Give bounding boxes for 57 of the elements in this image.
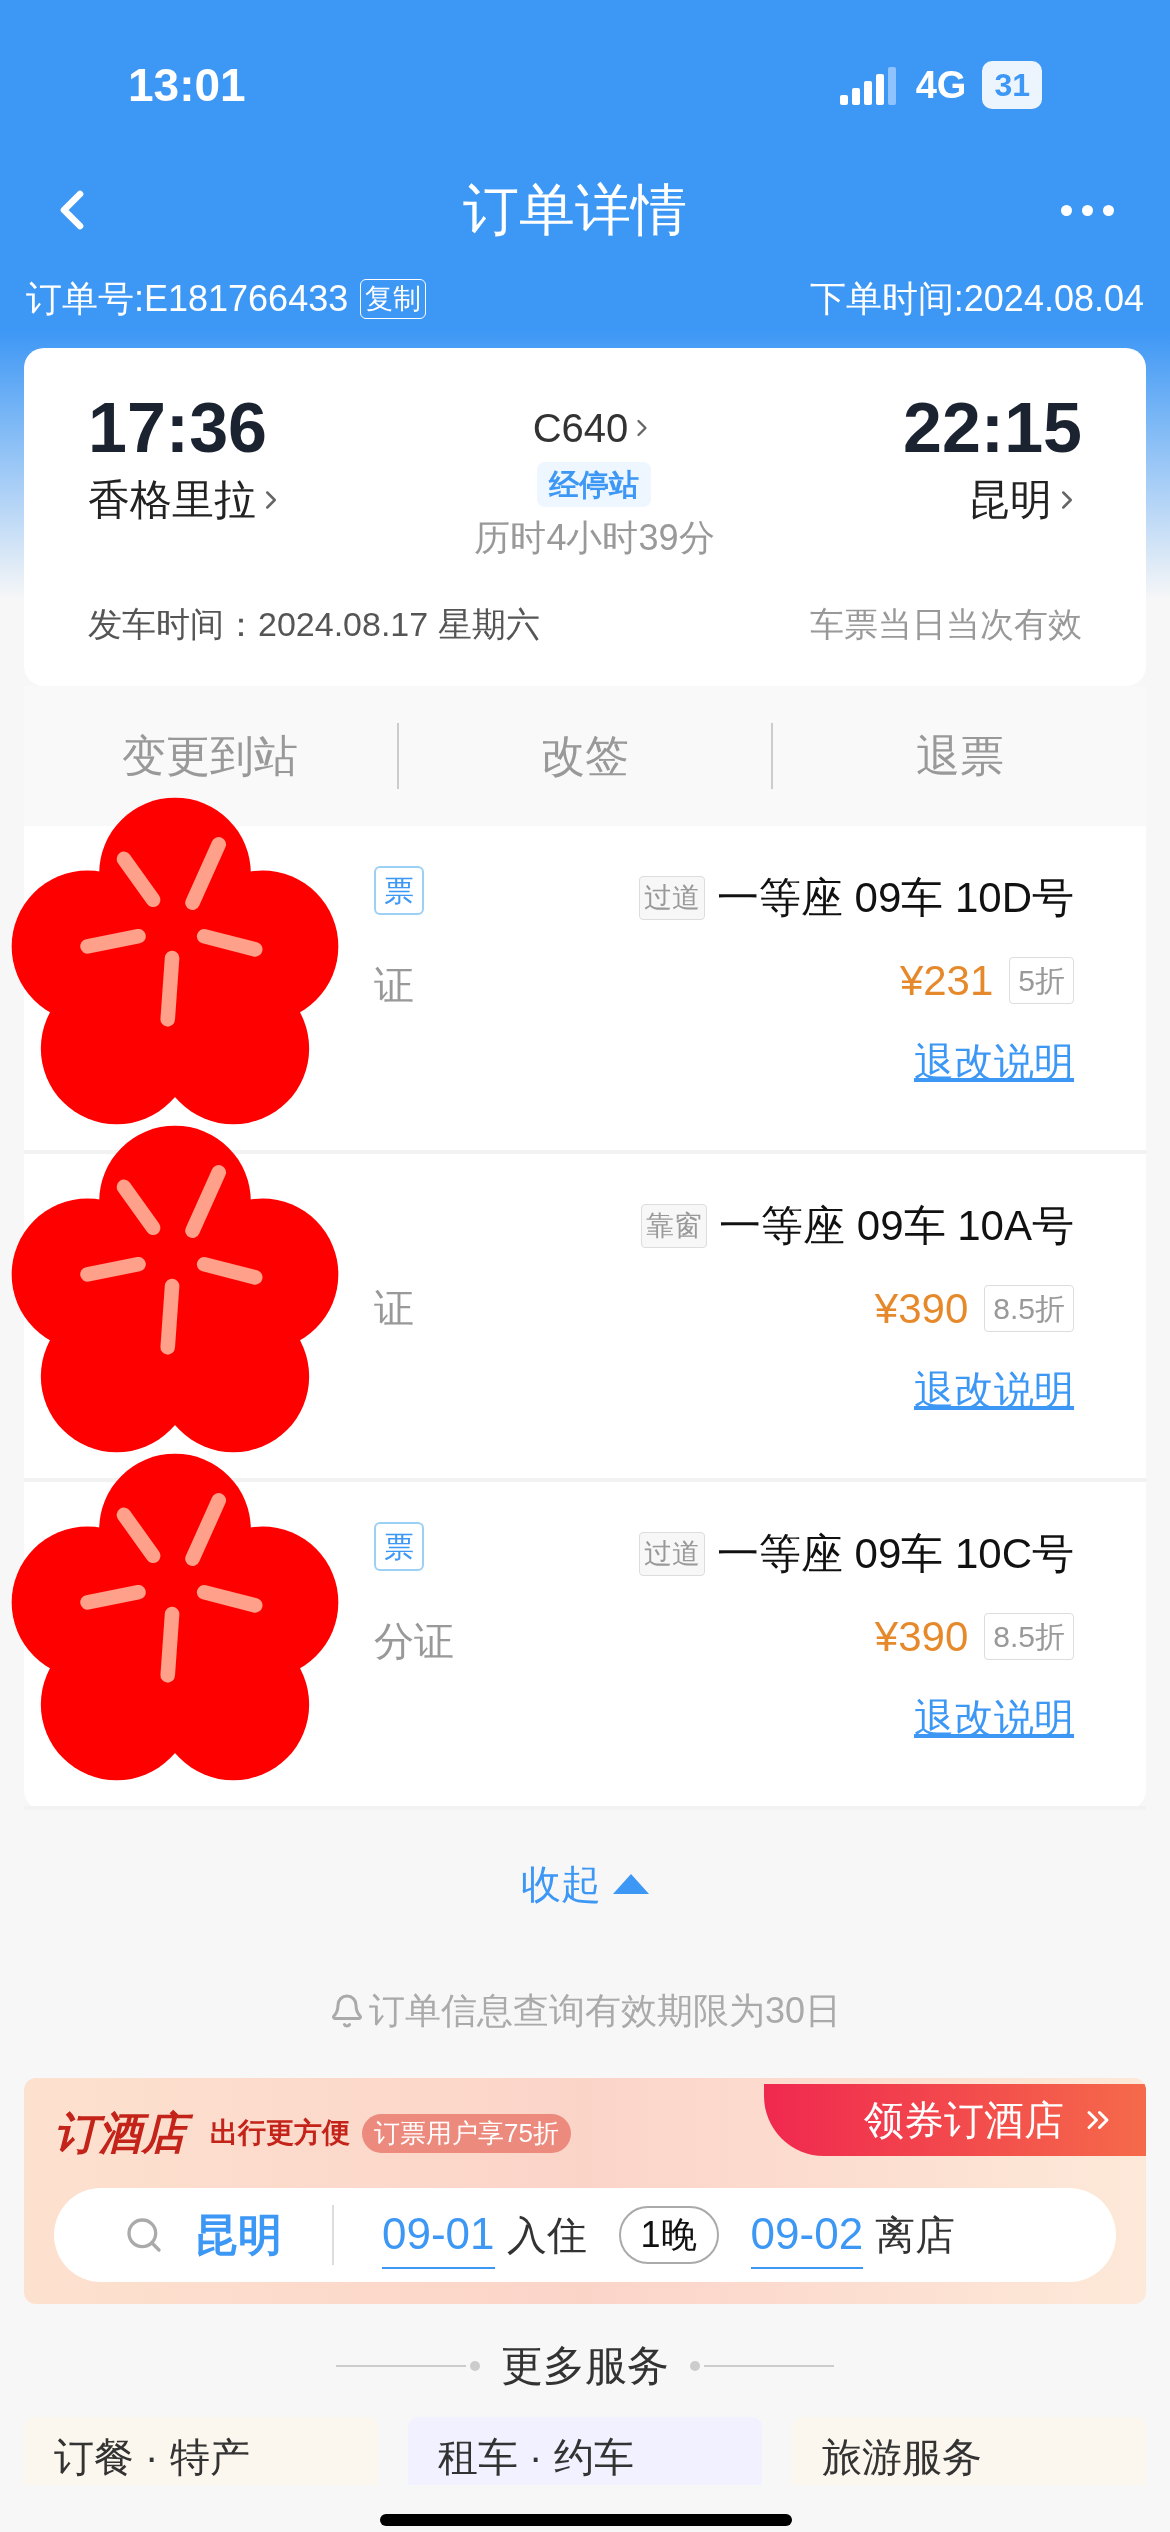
seat-tag: 过道 (638, 875, 705, 920)
discount-tag: 8.5折 (984, 1613, 1074, 1660)
status-time: 13:01 (128, 57, 246, 113)
departure-time: 17:36 (88, 388, 269, 468)
service-card[interactable]: 订餐 · 特产 (24, 2417, 378, 2485)
hotel-slogan: 出行更方便 (210, 2116, 350, 2150)
id-type: 分证 (374, 1618, 454, 1665)
seat-info: 一等座 09车 10A号 (719, 1201, 1074, 1251)
nights-badge: 1晚 (618, 2206, 719, 2264)
train-number[interactable]: C640 (532, 398, 657, 458)
search-icon (124, 2215, 164, 2255)
id-type: 证 (374, 962, 415, 1009)
seat-info: 一等座 09车 10C号 (716, 1529, 1074, 1579)
hotel-city[interactable]: 昆明 (194, 2202, 282, 2268)
price: ¥390 (874, 1612, 969, 1662)
service-card[interactable]: 租车 · 约车 (408, 2417, 762, 2485)
service-card[interactable]: 旅游服务 (792, 2417, 1146, 2485)
copy-button[interactable]: 复制 (360, 279, 427, 319)
page-title: 订单详情 (462, 177, 687, 243)
id-type: 证 (374, 1285, 414, 1332)
order-time: 下单时间:2024.08.04 (809, 277, 1144, 321)
notice-text: 订单信息查询有效期限为30日 (368, 1989, 841, 2033)
coupon-button[interactable]: 领券订酒店 (764, 2084, 1146, 2156)
arrival-station[interactable]: 昆明 (968, 468, 1082, 531)
collapse-button[interactable]: 收起 (521, 1854, 649, 1914)
stops-link[interactable]: 经停站 (537, 462, 652, 507)
checkin-date[interactable]: 09-01 (382, 2201, 495, 2269)
action-button[interactable]: 改签 (541, 723, 629, 789)
ticket-badge: 票 (374, 866, 424, 915)
hotel-logo: 订酒店 (54, 2100, 198, 2166)
discount-tag: 8.5折 (984, 1285, 1074, 1332)
section-title: 更多服务 (501, 2341, 669, 2391)
arrival-time: 22:15 (902, 388, 1082, 468)
departure-station[interactable]: 香格里拉 (88, 468, 286, 531)
checkout-label: 离店 (875, 2212, 956, 2259)
order-number: 订单号:E181766433 (26, 277, 349, 321)
network-label: 4G (915, 62, 967, 108)
refund-rules-link[interactable]: 退改说明 (914, 1032, 1074, 1092)
battery-indicator: 31 (982, 61, 1042, 109)
checkin-label: 入住 (506, 2212, 587, 2259)
action-button[interactable]: 退票 (915, 723, 1004, 789)
action-button[interactable]: 变更到站 (122, 723, 299, 789)
caret-up-icon (613, 1874, 649, 1894)
refund-rules-link[interactable]: 退改说明 (914, 1688, 1074, 1748)
checkout-date[interactable]: 09-02 (750, 2201, 864, 2269)
price: ¥231 (899, 956, 994, 1006)
seat-tag: 过道 (638, 1531, 705, 1576)
discount-tag: 5折 (1009, 957, 1074, 1004)
price: ¥390 (874, 1284, 969, 1334)
seat-info: 一等座 09车 10D号 (716, 873, 1074, 923)
departure-date: 发车时间：2024.08.17 星期六 (88, 604, 540, 645)
promo-badge: 订票用户享75折 (362, 2113, 571, 2153)
ticket-badge: 票 (374, 1522, 424, 1571)
refund-rules-link[interactable]: 退改说明 (914, 1360, 1074, 1420)
seat-tag: 靠窗 (641, 1203, 708, 1248)
ticket-validity: 车票当日当次有效 (810, 604, 1082, 645)
duration: 历时4小时39分 (474, 516, 715, 560)
